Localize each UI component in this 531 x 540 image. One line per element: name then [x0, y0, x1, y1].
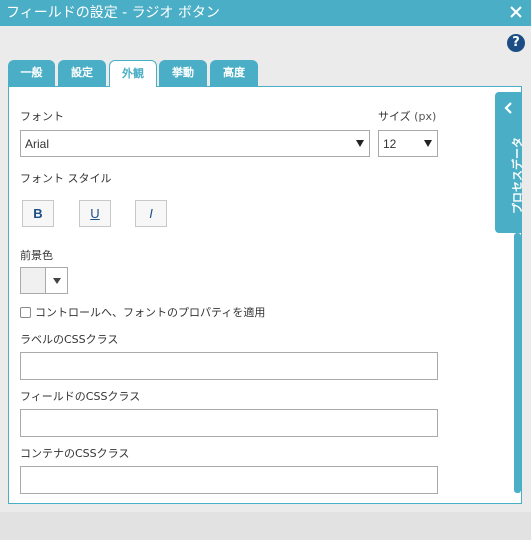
- color-swatch: [21, 268, 46, 293]
- chevron-down-icon: [424, 140, 432, 147]
- label-css-label: ラベルのCSSクラス: [20, 333, 119, 346]
- tab-appearance[interactable]: 外観: [109, 60, 157, 87]
- font-style-label: フォント スタイル: [20, 172, 112, 185]
- tab-advanced[interactable]: 高度: [210, 60, 258, 86]
- size-label: サイズ (px): [378, 110, 436, 124]
- container-css-label: コンテナのCSSクラス: [20, 447, 130, 460]
- help-icon[interactable]: ?: [507, 34, 525, 52]
- chevron-down-icon: [53, 278, 61, 284]
- process-data-label: プロセスデータ: [511, 137, 524, 214]
- field-css-label: フィールドのCSSクラス: [20, 390, 141, 403]
- label-css-input[interactable]: [20, 352, 438, 380]
- size-unit: (px): [414, 110, 437, 123]
- tab-settings[interactable]: 設定: [58, 60, 106, 86]
- container-css-input[interactable]: [20, 466, 438, 494]
- italic-button[interactable]: I: [135, 200, 167, 227]
- title-bar: フィールドの設定 - ラジオ ボタン: [0, 0, 531, 26]
- size-select-value: 12: [383, 137, 397, 151]
- tab-behavior[interactable]: 挙動: [159, 60, 207, 86]
- window-title: フィールドの設定 - ラジオ ボタン: [6, 5, 220, 21]
- chevron-down-icon: [356, 140, 364, 147]
- scrollbar[interactable]: [514, 233, 521, 493]
- font-select[interactable]: Arial: [20, 130, 370, 157]
- footer-bar: [0, 512, 531, 540]
- apply-font-checkbox-label: コントロールへ、フォントのプロパティを適用: [35, 306, 266, 319]
- font-select-value: Arial: [25, 137, 50, 151]
- size-select[interactable]: 12: [378, 130, 438, 157]
- foreground-color-picker[interactable]: [20, 267, 68, 294]
- chevron-left-icon: [504, 102, 512, 114]
- font-label: フォント: [20, 110, 64, 123]
- close-icon[interactable]: [507, 3, 525, 21]
- process-data-tab[interactable]: プロセスデータ: [495, 92, 524, 233]
- bold-button[interactable]: B: [22, 200, 54, 227]
- size-label-text: サイズ: [378, 110, 411, 123]
- field-css-input[interactable]: [20, 409, 438, 437]
- foreground-color-label: 前景色: [20, 249, 53, 262]
- tab-general[interactable]: 一般: [8, 60, 55, 86]
- underline-button[interactable]: U: [79, 200, 111, 227]
- apply-font-checkbox[interactable]: [20, 307, 31, 318]
